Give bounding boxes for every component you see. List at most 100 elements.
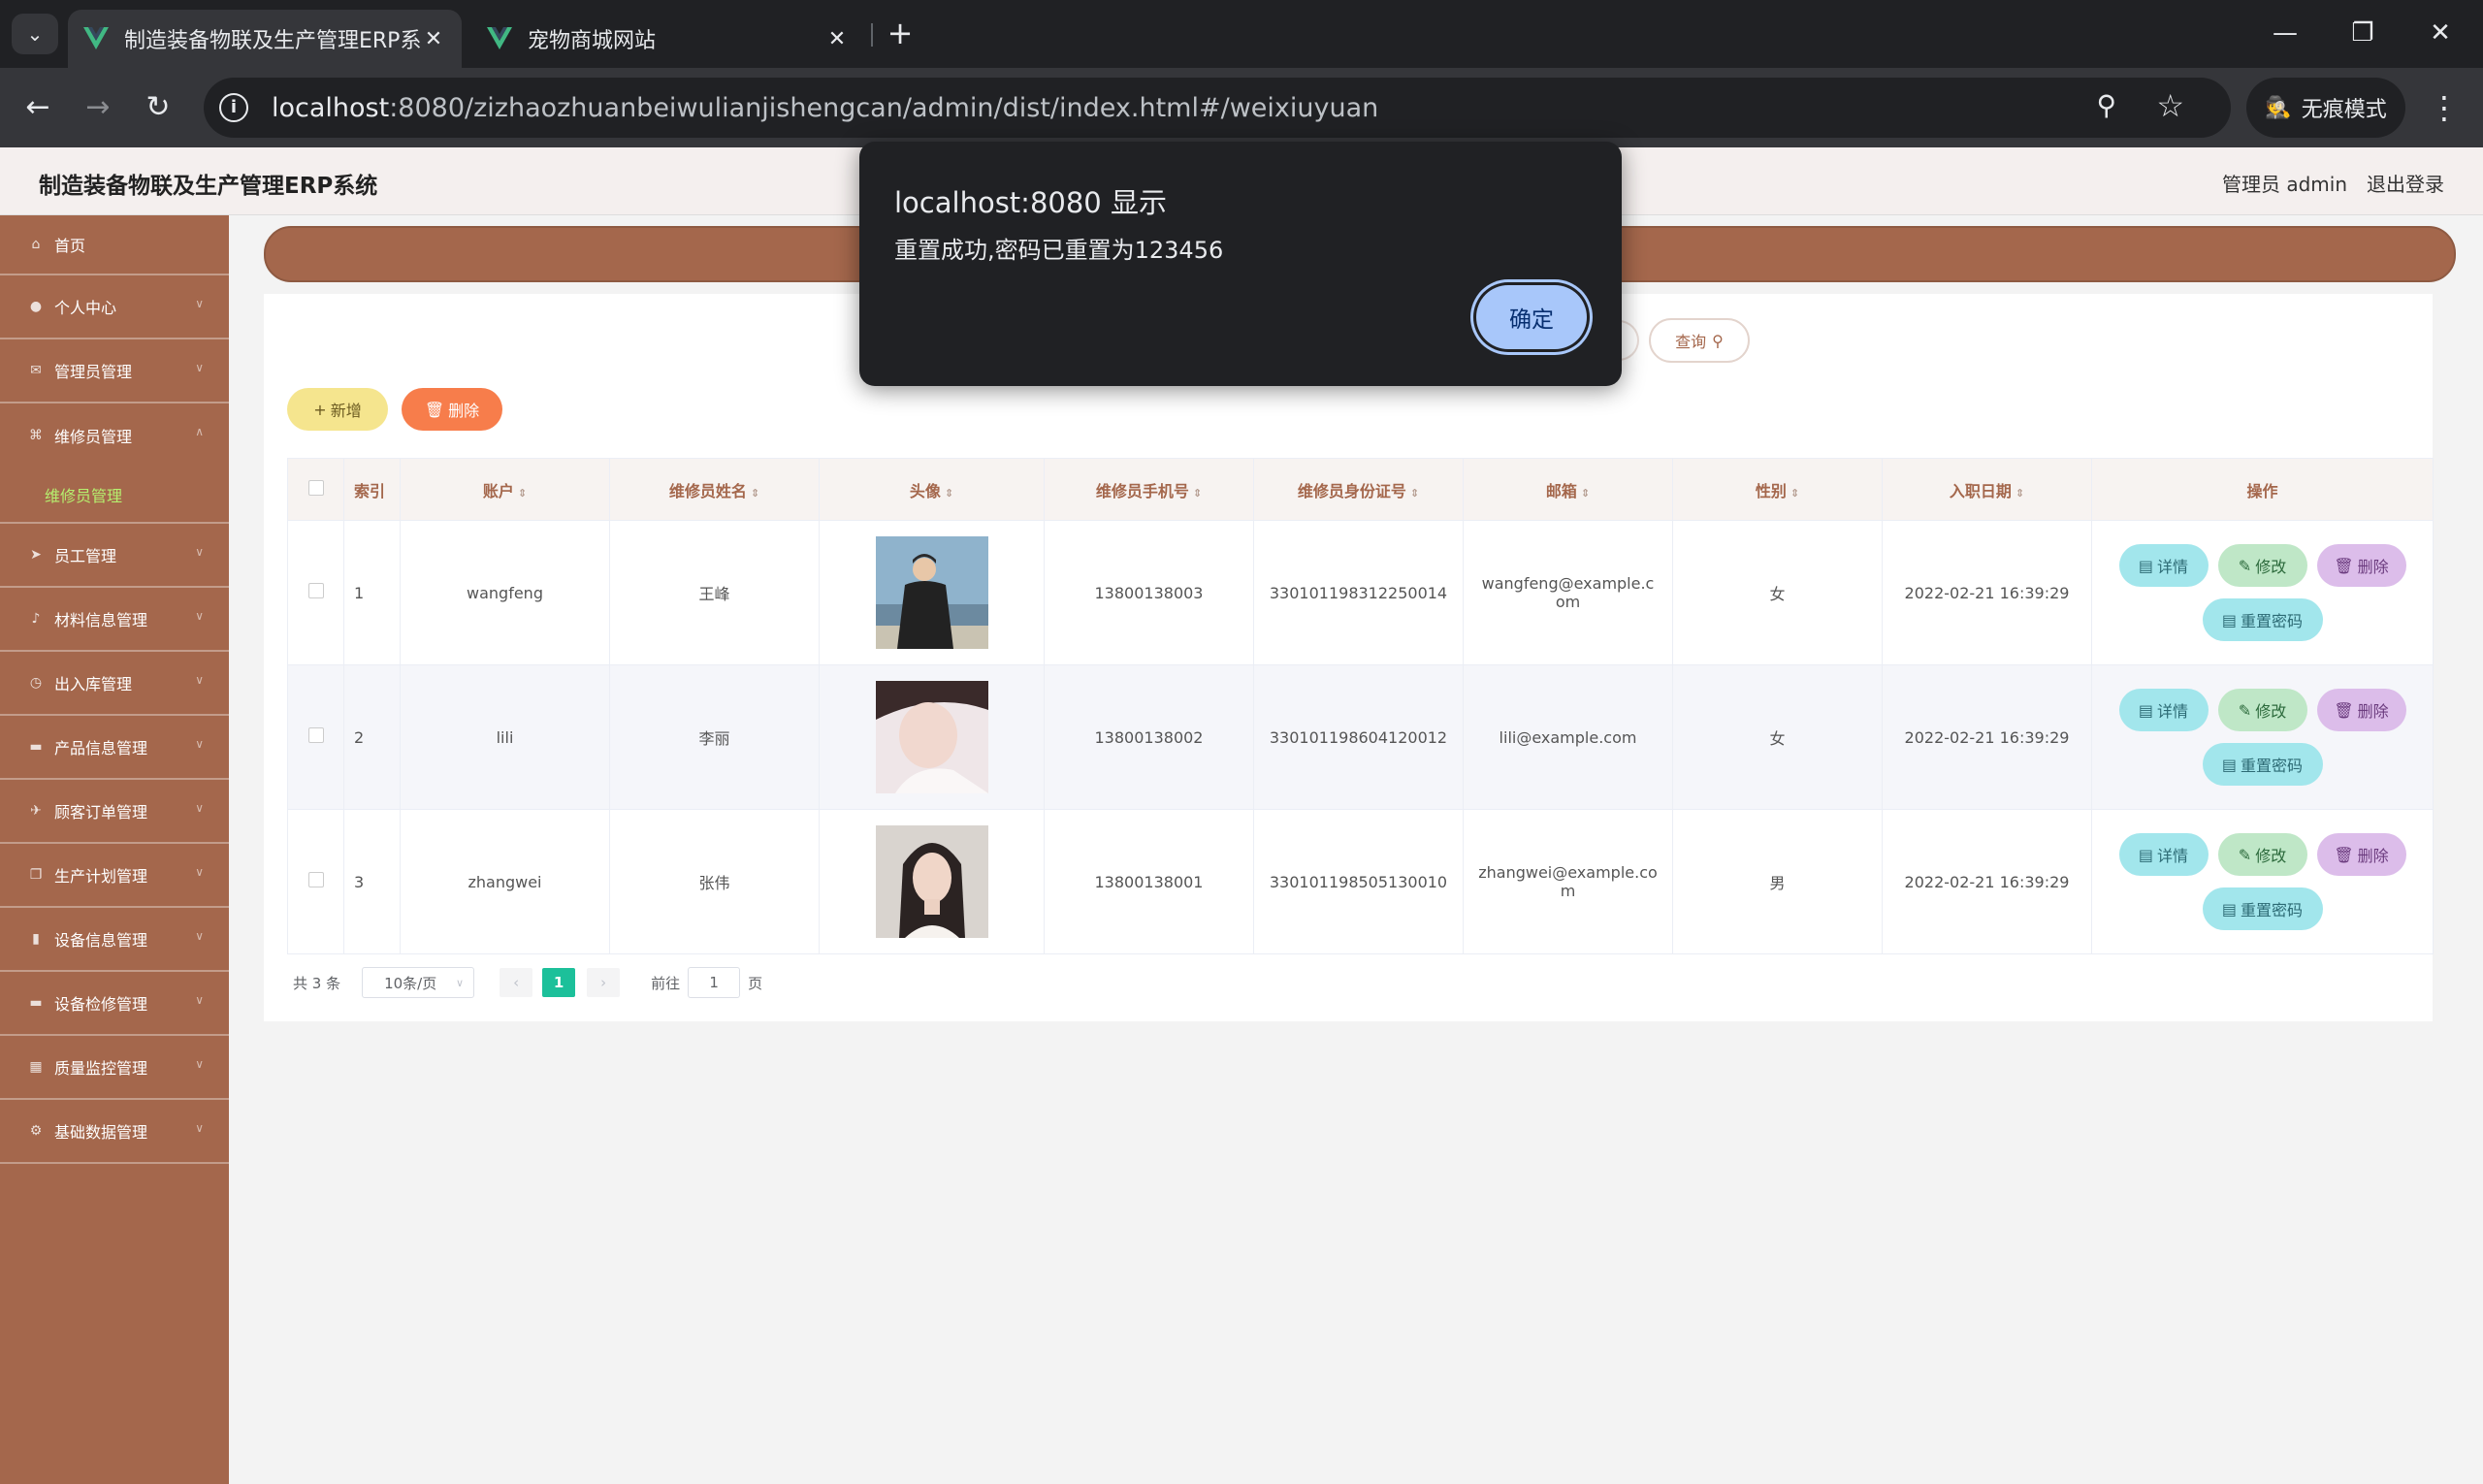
checkbox[interactable]: [307, 727, 324, 743]
restore-button[interactable]: ❐: [2334, 14, 2392, 52]
cell-gender: 女: [1672, 664, 1883, 810]
sidebar-item-profile[interactable]: ● 个人中心 ∨: [0, 275, 229, 339]
grid-icon: ▦: [29, 1059, 43, 1075]
incognito-indicator[interactable]: 🕵 无痕模式: [2246, 78, 2405, 138]
search-button-label: 查询: [1675, 333, 1707, 351]
sidebar-subitem-repairman[interactable]: 维修员管理: [0, 468, 229, 524]
delete-button[interactable]: 🗑 删除: [2316, 544, 2406, 587]
sort-icon[interactable]: ⇕: [1581, 487, 1590, 500]
column-header-index: 索引: [343, 458, 401, 521]
sidebar-item-employee[interactable]: ➤ 员工管理 ∨: [0, 524, 229, 588]
chat-icon: ▬: [29, 739, 43, 755]
cell-date: 2022-02-21 16:39:29: [1882, 520, 2092, 665]
sort-icon[interactable]: ⇕: [945, 487, 953, 500]
cell-date: 2022-02-21 16:39:29: [1882, 664, 2092, 810]
sidebar-item-repairman[interactable]: ⌘ 维修员管理 ∧: [0, 403, 229, 468]
sidebar-item-maintenance[interactable]: ▬ 设备检修管理 ∨: [0, 972, 229, 1036]
sidebar-item-material[interactable]: ♪ 材料信息管理 ∨: [0, 588, 229, 652]
trash-icon: 🗑: [424, 400, 445, 419]
checkbox[interactable]: [307, 583, 324, 598]
logout-link[interactable]: 退出登录: [2367, 169, 2444, 197]
bookmark-star-icon[interactable]: ☆: [2156, 87, 2184, 124]
row-select[interactable]: [287, 520, 344, 665]
cell-date: 2022-02-21 16:39:29: [1882, 809, 2092, 954]
tab-title: 制造装备物联及生产管理ERP系: [124, 29, 421, 53]
sidebar-item-admin[interactable]: ✉ 管理员管理 ∨: [0, 339, 229, 403]
sort-icon[interactable]: ⇕: [1790, 487, 1799, 500]
row-select[interactable]: [287, 664, 344, 810]
prev-page-button[interactable]: ‹: [500, 968, 533, 997]
sidebar-item-inventory[interactable]: ◷ 出入库管理 ∨: [0, 652, 229, 716]
column-header-account[interactable]: 账户 ⇕: [400, 458, 610, 521]
sort-icon[interactable]: ⇕: [2015, 487, 2024, 500]
tab-search-button[interactable]: ⌄: [12, 14, 58, 54]
document-icon: ▤: [2138, 700, 2154, 720]
browser-menu-icon[interactable]: ⋮: [2425, 85, 2464, 130]
alert-ok-button[interactable]: 确定: [1476, 285, 1587, 349]
column-header-name[interactable]: 维修员姓名 ⇕: [609, 458, 820, 521]
avatar[interactable]: [875, 536, 988, 649]
address-bar[interactable]: i localhost:8080/zizhaozhuanbeiwulianjis…: [204, 78, 2231, 138]
column-header-idcard[interactable]: 维修员身份证号 ⇕: [1253, 458, 1464, 521]
sidebar-item-quality[interactable]: ▦ 质量监控管理 ∨: [0, 1036, 229, 1100]
detail-button[interactable]: ▤ 详情: [2118, 689, 2209, 731]
row-select[interactable]: [287, 809, 344, 954]
sort-icon[interactable]: ⇕: [751, 487, 759, 500]
sort-icon[interactable]: ⇕: [518, 487, 527, 500]
search-button[interactable]: 查询 ⚲: [1649, 318, 1750, 363]
close-icon[interactable]: ✕: [824, 27, 850, 51]
edit-button[interactable]: ✎ 修改: [2217, 689, 2307, 731]
delete-button[interactable]: 🗑 删除: [2316, 833, 2406, 876]
column-header-gender[interactable]: 性别 ⇕: [1672, 458, 1883, 521]
cell-email: wangfeng@example.com: [1463, 520, 1673, 665]
edit-button[interactable]: ✎ 修改: [2217, 544, 2307, 587]
edit-button[interactable]: ✎ 修改: [2217, 833, 2307, 876]
vue-logo-icon: [83, 27, 109, 49]
sidebar-item-label: 设备信息管理: [54, 931, 148, 950]
column-header-date[interactable]: 入职日期 ⇕: [1882, 458, 2092, 521]
sidebar-item-order[interactable]: ✈ 顾客订单管理 ∨: [0, 780, 229, 844]
column-header-email[interactable]: 邮箱 ⇕: [1463, 458, 1673, 521]
sort-icon[interactable]: ⇕: [1193, 487, 1202, 500]
document-icon: ▤: [2221, 610, 2238, 629]
page-number-current[interactable]: 1: [542, 968, 576, 997]
zoom-icon[interactable]: ⚲: [2096, 89, 2116, 121]
delete-button[interactable]: 🗑 删除: [2316, 689, 2406, 731]
reset-password-button[interactable]: ▤ 重置密码: [2202, 887, 2323, 930]
sidebar-item-label: 管理员管理: [54, 363, 133, 381]
checkbox[interactable]: [307, 479, 324, 496]
next-page-button[interactable]: ›: [587, 968, 621, 997]
chevron-up-icon: ∧: [195, 425, 204, 438]
select-all-checkbox[interactable]: [287, 458, 344, 521]
detail-button[interactable]: ▤ 详情: [2118, 833, 2209, 876]
avatar[interactable]: [875, 681, 988, 793]
detail-button[interactable]: ▤ 详情: [2118, 544, 2209, 587]
window-close-button[interactable]: ✕: [2411, 14, 2469, 52]
column-header-phone[interactable]: 维修员手机号 ⇕: [1044, 458, 1254, 521]
browser-tab-active[interactable]: 制造装备物联及生产管理ERP系 ✕: [68, 10, 462, 68]
sidebar-item-plan[interactable]: ❐ 生产计划管理 ∨: [0, 844, 229, 908]
avatar[interactable]: [875, 825, 988, 938]
sidebar-item-basedata[interactable]: ⚙ 基础数据管理 ∨: [0, 1100, 229, 1164]
checkbox[interactable]: [307, 872, 324, 887]
info-icon[interactable]: i: [219, 93, 248, 122]
reload-button[interactable]: ↻: [136, 85, 180, 130]
goto-page-input[interactable]: 1: [688, 967, 741, 998]
back-button[interactable]: ←: [16, 85, 60, 130]
page-size-select[interactable]: 10条/页 ∨: [362, 967, 475, 998]
cell-email: lili@example.com: [1463, 664, 1673, 810]
column-header-avatar[interactable]: 头像 ⇕: [819, 458, 1045, 521]
sort-icon[interactable]: ⇕: [1410, 487, 1419, 500]
new-tab-button[interactable]: +: [883, 16, 918, 50]
sidebar-item-device[interactable]: ▮ 设备信息管理 ∨: [0, 908, 229, 972]
browser-tab[interactable]: 宠物商城网站 ✕: [471, 10, 865, 68]
reset-password-button[interactable]: ▤ 重置密码: [2202, 743, 2323, 786]
forward-button[interactable]: →: [76, 85, 120, 130]
sidebar-item-home[interactable]: ⌂ 首页: [0, 215, 229, 275]
reset-password-button[interactable]: ▤ 重置密码: [2202, 598, 2323, 641]
close-icon[interactable]: ✕: [421, 27, 446, 51]
bulk-delete-button[interactable]: 🗑 删除: [402, 388, 502, 431]
sidebar-item-product[interactable]: ▬ 产品信息管理 ∨: [0, 716, 229, 780]
add-button[interactable]: + 新增: [287, 388, 388, 431]
minimize-button[interactable]: —: [2256, 14, 2314, 52]
